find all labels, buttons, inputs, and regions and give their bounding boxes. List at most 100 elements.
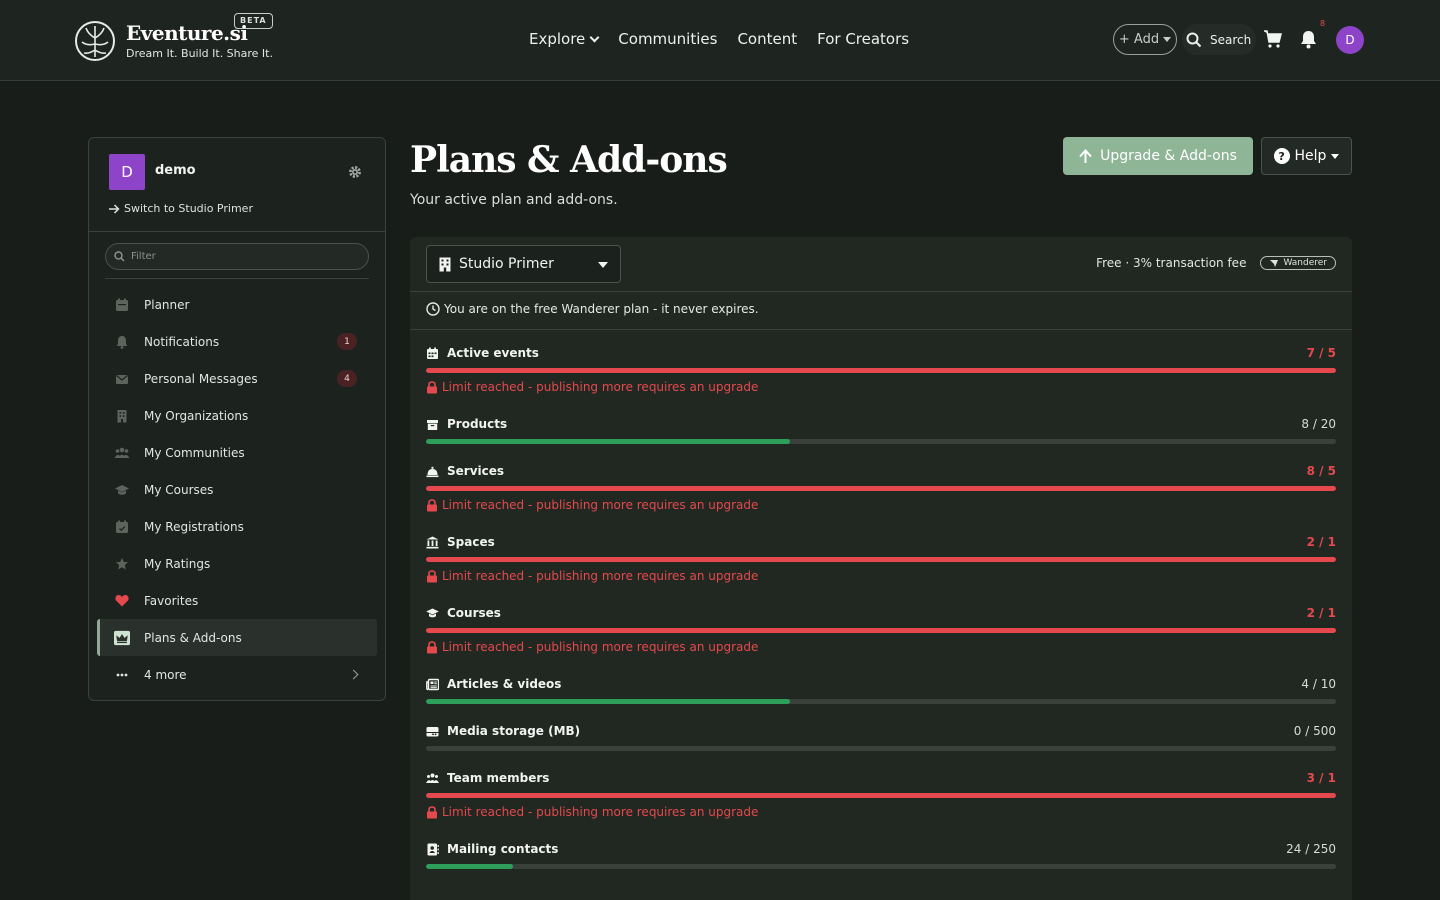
limit-warning-text: Limit reached - publishing more requires… — [442, 805, 759, 819]
page-subtitle: Your active plan and add-ons. — [410, 192, 618, 208]
tree-logo-icon[interactable] — [74, 20, 116, 62]
divider — [105, 278, 369, 279]
limit-label: Team members — [447, 771, 550, 785]
nav-communities[interactable]: Communities — [618, 30, 717, 48]
sidebar-item-label: Plans & Add-ons — [144, 630, 242, 645]
sidebar-item-my-courses[interactable]: My Courses — [97, 471, 377, 508]
sidebar-item-more[interactable]: 4 more — [97, 656, 377, 693]
limit-header: Mailing contacts 24 / 250 — [426, 836, 1336, 862]
limit-row-spaces: Spaces 2 / 1 Limit reached - publishing mo… — [426, 529, 1336, 600]
lock-icon — [427, 805, 437, 818]
limit-header: Spaces 2 / 1 — [426, 529, 1336, 555]
building-icon — [439, 257, 451, 271]
plan-notice-text: You are on the free Wanderer plan - it n… — [444, 302, 759, 316]
divider — [410, 329, 1352, 330]
plan-badge-label: Wanderer — [1283, 258, 1327, 268]
sidebar-item-my-communities[interactable]: My Communities — [97, 434, 377, 471]
calendar-icon — [427, 347, 438, 359]
filter-input[interactable] — [131, 251, 351, 262]
help-button[interactable]: ? Help — [1261, 137, 1352, 175]
sidebar-item-personal-messages[interactable]: Personal Messages 4 — [97, 360, 377, 397]
sidebar-item-notifications[interactable]: Notifications 1 — [97, 323, 377, 360]
limit-row-courses: Courses 2 / 1 Limit reached - publishing m… — [426, 600, 1336, 671]
crown-icon — [114, 630, 130, 646]
calendar-check-icon — [114, 519, 130, 535]
limit-label: Courses — [447, 606, 501, 620]
limit-header: Articles & videos 4 / 10 — [426, 671, 1336, 697]
limit-name: Team members — [426, 771, 549, 785]
limit-count: 7 / 5 — [1306, 346, 1336, 360]
heart-icon — [114, 593, 130, 609]
sidebar-item-label: My Communities — [144, 445, 245, 460]
limit-header: Products 8 / 20 — [426, 411, 1336, 437]
box-icon — [427, 419, 438, 430]
plan-notice: You are on the free Wanderer plan - it n… — [426, 302, 759, 316]
limit-row-services: Services 8 / 5 Limit reached - publishing … — [426, 458, 1336, 529]
add-button-label: + Add — [1118, 32, 1160, 47]
sidebar: D demo Switch to Studio Primer Planner — [88, 137, 386, 701]
sidebar-item-planner[interactable]: Planner — [97, 286, 377, 323]
search-button[interactable]: Search — [1182, 24, 1256, 55]
arrow-up-icon — [1079, 148, 1092, 163]
add-button[interactable]: + Add — [1113, 24, 1177, 55]
limit-name: Active events — [426, 346, 539, 360]
sidebar-item-my-organizations[interactable]: My Organizations — [97, 397, 377, 434]
plan-info: Free · 3% transaction fee Wanderer — [1096, 256, 1336, 270]
limit-count: 4 / 10 — [1301, 677, 1336, 691]
limit-name: Products — [426, 417, 507, 431]
bell-icon[interactable] — [1300, 30, 1317, 49]
organization-select[interactable]: Studio Primer — [426, 245, 621, 283]
caret-down-icon — [1331, 153, 1340, 159]
sidebar-item-label: Notifications — [144, 334, 220, 349]
users-icon — [426, 773, 439, 783]
limit-label: Mailing contacts — [447, 842, 559, 856]
nav-for-creators[interactable]: For Creators — [817, 30, 909, 48]
limit-label: Media storage (MB) — [447, 724, 581, 738]
gear-icon[interactable] — [348, 165, 362, 179]
limit-count: 3 / 1 — [1306, 771, 1336, 785]
graduation-cap-icon — [114, 482, 130, 498]
limit-warning: Limit reached - publishing more requires… — [426, 373, 1336, 401]
limit-row-active-events: Active events 7 / 5 Limit reached - publis… — [426, 340, 1336, 411]
calendar-icon — [114, 297, 130, 313]
limit-name: Articles & videos — [426, 677, 561, 691]
limit-name: Services — [426, 464, 504, 478]
limit-warning: Limit reached - publishing more requires… — [426, 491, 1336, 519]
notification-count: 8 — [1320, 19, 1326, 28]
brand[interactable]: Eventure.si BETA Dream It. Build It. Sha… — [126, 13, 273, 60]
newspaper-icon — [426, 678, 439, 690]
upgrade-addons-label: Upgrade & Add-ons — [1100, 148, 1237, 164]
building-icon — [114, 408, 130, 424]
account-name: demo — [155, 163, 196, 178]
sidebar-item-my-ratings[interactable]: My Ratings — [97, 545, 377, 582]
chevron-down-icon — [589, 32, 600, 42]
page-title: Plans & Add-ons — [410, 139, 728, 181]
limit-warning: Limit reached - publishing more requires… — [426, 633, 1336, 661]
envelope-icon — [114, 371, 130, 387]
sidebar-item-label: My Organizations — [144, 408, 249, 423]
sidebar-item-plans-addons[interactable]: Plans & Add-ons — [97, 619, 377, 656]
caret-down-icon — [1163, 37, 1172, 42]
divider — [410, 291, 1352, 292]
nav-explore[interactable]: Explore — [529, 30, 600, 48]
plan-summary: Free · 3% transaction fee — [1096, 256, 1247, 270]
address-book-icon — [427, 843, 439, 855]
limit-row-mailing-contacts: Mailing contacts 24 / 250 — [426, 836, 1336, 883]
limit-row-team-members: Team members 3 / 1 Limit reached - publish… — [426, 765, 1336, 836]
limit-label: Articles & videos — [447, 677, 562, 691]
search-icon — [114, 251, 125, 262]
sidebar-item-favorites[interactable]: Favorites — [97, 582, 377, 619]
cart-icon[interactable] — [1263, 30, 1283, 48]
ellipsis-icon — [114, 667, 130, 683]
upgrade-addons-button[interactable]: Upgrade & Add-ons — [1063, 137, 1253, 175]
limit-warning-text: Limit reached - publishing more requires… — [442, 498, 759, 512]
nav-content[interactable]: Content — [737, 30, 797, 48]
user-avatar[interactable]: D — [1336, 26, 1364, 54]
limit-warning-text: Limit reached - publishing more requires… — [442, 640, 759, 654]
switch-account-link[interactable]: Switch to Studio Primer — [109, 202, 253, 215]
sidebar-item-my-registrations[interactable]: My Registrations — [97, 508, 377, 545]
limit-name: Courses — [426, 606, 501, 620]
lock-icon — [427, 380, 437, 393]
filter-field[interactable] — [105, 243, 369, 270]
main-nav: Explore Communities Content For Creators — [529, 30, 909, 48]
